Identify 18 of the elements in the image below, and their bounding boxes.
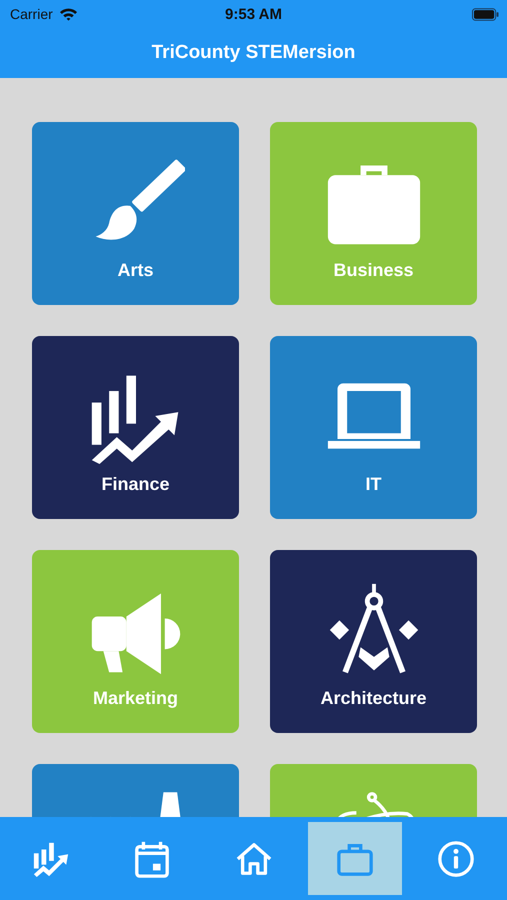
battery-icon — [472, 8, 499, 20]
carrier-name: Carrier — [10, 6, 53, 22]
wifi-icon — [58, 7, 78, 21]
tile-label: Finance — [101, 474, 170, 495]
tile-label: IT — [366, 474, 382, 495]
tile-label: Architecture — [320, 688, 427, 709]
tile-label: Arts — [117, 260, 154, 281]
tab-button[interactable] — [308, 822, 402, 895]
category-tile[interactable]: IT — [270, 336, 477, 519]
category-tile[interactable]: Arts — [32, 122, 239, 305]
category-tile[interactable]: Finance — [32, 336, 239, 519]
tile-label: Marketing — [92, 688, 178, 709]
clock-time: 9:53 AM — [225, 6, 282, 22]
info-icon — [437, 840, 476, 878]
category-tile[interactable]: Architecture — [270, 550, 477, 733]
tile-label: Business — [333, 260, 414, 281]
calendar-icon — [133, 840, 172, 878]
app-title: TriCounty STEMersion — [152, 42, 356, 64]
